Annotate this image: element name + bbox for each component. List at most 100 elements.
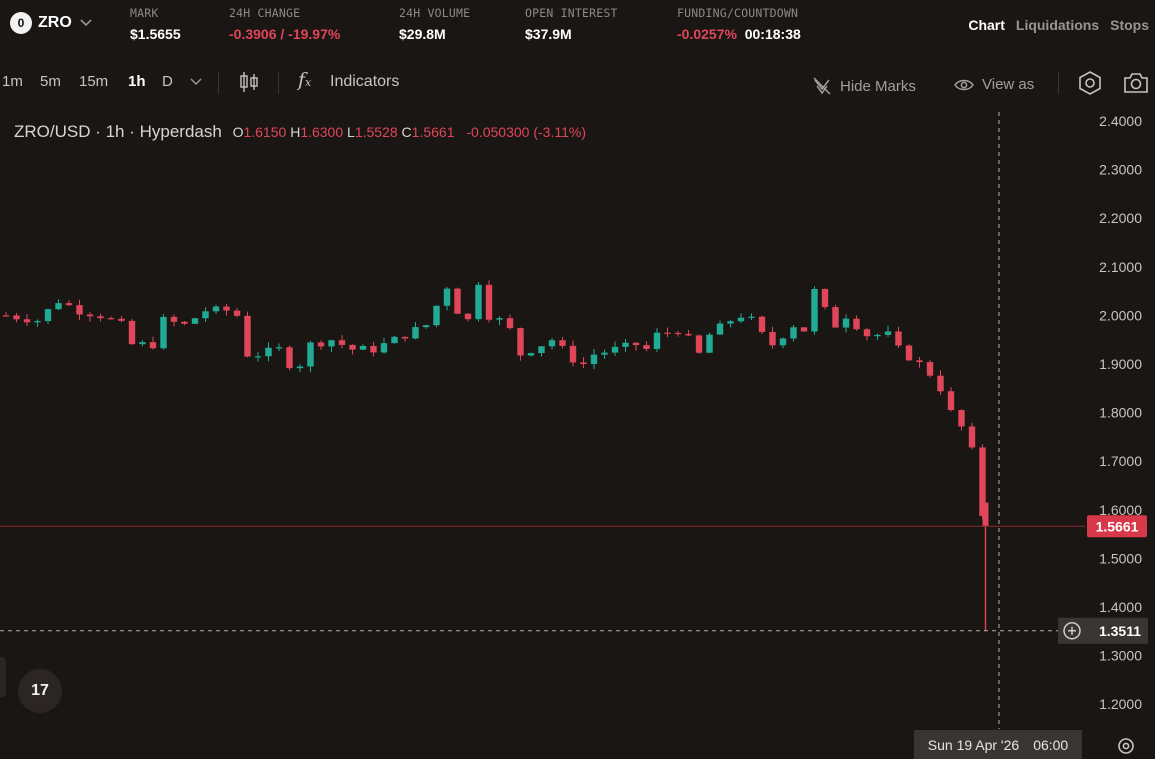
- market-stats-bar: 0 ZRO MARK $1.5655 24H CHANGE -0.3906 / …: [0, 0, 1155, 56]
- candle-body: [496, 318, 503, 320]
- price-chart[interactable]: 2.4000 2.3000 2.2000 2.1000 2.0000 1.9000 1.80…: [0, 100, 1155, 730]
- tab-chart[interactable]: Chart: [968, 17, 1005, 33]
- candle-body: [76, 305, 83, 315]
- timeframe-1h[interactable]: 1h: [128, 73, 146, 90]
- mark-value: $1.5655: [130, 26, 181, 42]
- hide-marks-button[interactable]: Hide Marks: [812, 76, 916, 96]
- settings-gear-icon[interactable]: [1076, 70, 1104, 101]
- hide-marks-label: Hide Marks: [840, 77, 916, 95]
- tab-liquidations[interactable]: Liquidations: [1016, 17, 1099, 33]
- fx-icon[interactable]: fx: [298, 69, 311, 91]
- candle-body: [380, 343, 388, 353]
- candle-body: [370, 345, 377, 353]
- funding-countdown: 00:18:38: [744, 26, 801, 42]
- candle-body: [622, 342, 629, 347]
- candle-body: [2, 315, 10, 317]
- candle-body: [716, 323, 724, 335]
- candle-body: [328, 340, 335, 347]
- volume-label: 24H VOLUME: [399, 6, 471, 20]
- candle-body: [86, 314, 94, 317]
- drawing-panel-handle[interactable]: [0, 657, 6, 697]
- funding-label: FUNDING/COUNTDOWN: [677, 6, 799, 20]
- candle-body: [517, 328, 524, 356]
- candle-body: [527, 353, 535, 356]
- legend-symbol: ZRO/USD · 1h · Hyperdash: [14, 122, 222, 141]
- candle-body: [202, 311, 209, 319]
- change-stat: 24H CHANGE -0.3906 / -19.97%: [229, 6, 340, 42]
- candle-body: [580, 362, 587, 365]
- candle-body: [475, 284, 482, 320]
- view-tabs: Chart Liquidations Stops: [968, 17, 1149, 33]
- crosshair-date-label: Sun 19 Apr '26 06:00: [914, 730, 1082, 759]
- candle-body: [779, 338, 787, 346]
- candle-body: [643, 345, 650, 349]
- candle-body: [874, 334, 881, 337]
- candle-body: [338, 340, 346, 345]
- candle-body: [149, 342, 157, 349]
- mark-price-stat: MARK $1.5655: [130, 6, 181, 42]
- candle-body: [590, 354, 598, 365]
- candle-body: [538, 346, 545, 354]
- candle-body: [916, 360, 923, 363]
- candle-body: [244, 315, 251, 357]
- candle-body: [800, 327, 808, 332]
- timeframe-15m[interactable]: 15m: [79, 73, 108, 90]
- timeframe-chevron-down-icon[interactable]: [190, 75, 202, 89]
- candle-body: [769, 331, 776, 346]
- candle-body: [653, 332, 661, 349]
- candle-body: [937, 375, 944, 392]
- eye-icon: [954, 79, 974, 90]
- legend-change: -0.050300 (-3.11%): [466, 124, 586, 140]
- candle-body: [884, 331, 892, 335]
- y-axis-tick-label: 2.4000: [1099, 113, 1142, 129]
- asset-selector[interactable]: 0 ZRO: [10, 12, 92, 34]
- y-axis-tick-label: 2.0000: [1099, 307, 1142, 323]
- change-pct: / -19.97%: [280, 26, 341, 42]
- toolbar-divider: [278, 72, 279, 94]
- candle-body: [296, 366, 304, 369]
- candle-body: [968, 426, 976, 448]
- candle-body: [317, 342, 325, 347]
- view-as-button[interactable]: View as: [954, 76, 1034, 93]
- tab-stops[interactable]: Stops: [1110, 17, 1149, 33]
- legend-ohlc: O1.6150 H1.6300 L1.5528 C1.5661: [233, 124, 459, 140]
- y-axis-tick-label: 2.3000: [1099, 162, 1142, 178]
- change-value: -0.3906 / -19.97%: [229, 26, 340, 42]
- candle-body: [23, 319, 31, 323]
- last-price-label: 1.5661: [1096, 518, 1139, 534]
- axis-settings-gear-icon[interactable]: [1116, 736, 1136, 759]
- y-axis-tick-label: 1.3000: [1099, 648, 1142, 664]
- candle-body: [685, 333, 692, 336]
- chart-toolbar: 1m 5m 15m 1h D fx Indicators Hide Marks …: [0, 64, 1155, 100]
- candle-body: [853, 318, 860, 330]
- tradingview-logo-icon[interactable]: 17: [18, 669, 62, 713]
- y-axis-tick-label: 1.4000: [1099, 599, 1142, 615]
- indicators-button[interactable]: Indicators: [330, 73, 399, 91]
- oi-label: OPEN INTEREST: [525, 6, 618, 20]
- candle-body: [905, 345, 913, 361]
- y-axis-tick-label: 1.5000: [1099, 550, 1142, 566]
- y-axis-tick-label: 1.2000: [1099, 696, 1142, 712]
- candle-body: [632, 342, 640, 346]
- timeframe-d[interactable]: D: [162, 73, 173, 90]
- candle-body: [422, 325, 430, 328]
- candle-body: [842, 318, 850, 328]
- candle-body: [139, 342, 146, 345]
- timeframe-5m[interactable]: 5m: [40, 73, 61, 90]
- candle-body: [265, 347, 272, 357]
- camera-icon[interactable]: [1122, 70, 1150, 101]
- candle-body: [821, 288, 829, 308]
- candle-body: [958, 410, 965, 427]
- legend-close: 1.5661: [411, 124, 455, 140]
- candle-body: [34, 321, 41, 323]
- chart-legend: ZRO/USD · 1h · Hyperdash O1.6150 H1.6300…: [14, 122, 586, 142]
- timeframe-1m[interactable]: 1m: [2, 73, 23, 90]
- candle-body: [13, 315, 20, 320]
- legend-open: 1.6150: [243, 124, 287, 140]
- candle-body: [128, 320, 136, 345]
- candle-body: [107, 318, 115, 320]
- candle-body: [674, 332, 682, 335]
- candle-body: [982, 502, 989, 527]
- y-axis-tick-label: 1.9000: [1099, 356, 1142, 372]
- candle-type-icon[interactable]: [238, 70, 260, 99]
